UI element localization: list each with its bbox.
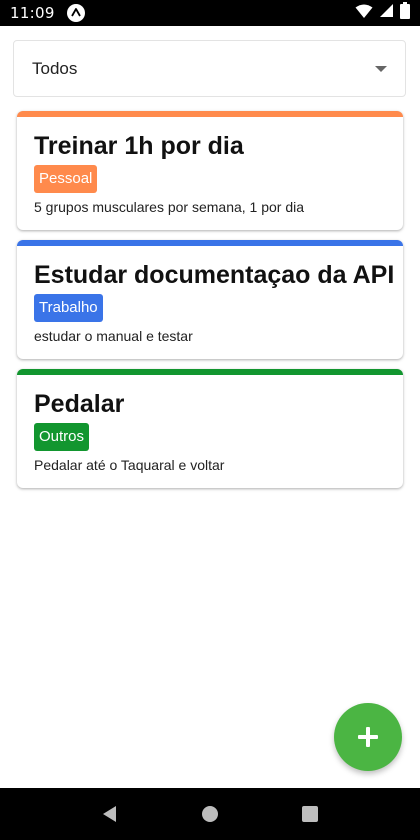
- task-title: Pedalar: [34, 390, 125, 418]
- task-title: Estudar documentaçao da API: [34, 261, 395, 289]
- status-icons: [355, 2, 410, 24]
- task-description: estudar o manual e testar: [34, 328, 193, 344]
- task-title: Treinar 1h por dia: [34, 132, 244, 160]
- app-screen: 11:09 Todos Treinar 1h por dia Pessoal 5…: [0, 0, 420, 840]
- status-time: 11:09: [10, 4, 55, 22]
- task-card[interactable]: Estudar documentaçao da API Trabalho est…: [17, 240, 403, 359]
- task-description: Pedalar até o Taquaral e voltar: [34, 457, 225, 473]
- back-icon: [103, 806, 116, 822]
- recents-button[interactable]: [290, 794, 330, 834]
- app-notification-icon: [66, 4, 85, 22]
- recents-icon: [302, 806, 318, 822]
- task-card[interactable]: Treinar 1h por dia Pessoal 5 grupos musc…: [17, 111, 403, 230]
- battery-icon: [400, 2, 410, 24]
- wifi-icon: [355, 3, 373, 24]
- task-category-badge: Trabalho: [34, 294, 103, 322]
- home-icon: [202, 806, 218, 822]
- back-button[interactable]: [90, 794, 130, 834]
- cell-signal-icon: [379, 3, 394, 23]
- task-category-badge: Pessoal: [34, 165, 98, 193]
- filter-selected-value: Todos: [32, 58, 78, 78]
- task-category-badge: Outros: [34, 423, 90, 451]
- category-filter-select[interactable]: Todos: [13, 40, 406, 97]
- home-button[interactable]: [190, 794, 230, 834]
- navigation-bar: [0, 788, 420, 840]
- plus-icon: [358, 727, 378, 747]
- dropdown-arrow-icon: [375, 65, 387, 72]
- add-task-button[interactable]: [334, 703, 402, 771]
- status-bar: 11:09: [0, 0, 420, 26]
- task-description: 5 grupos musculares por semana, 1 por di…: [34, 199, 305, 215]
- task-card[interactable]: Pedalar Outros Pedalar até o Taquaral e …: [17, 369, 403, 488]
- task-list: Treinar 1h por dia Pessoal 5 grupos musc…: [17, 111, 403, 498]
